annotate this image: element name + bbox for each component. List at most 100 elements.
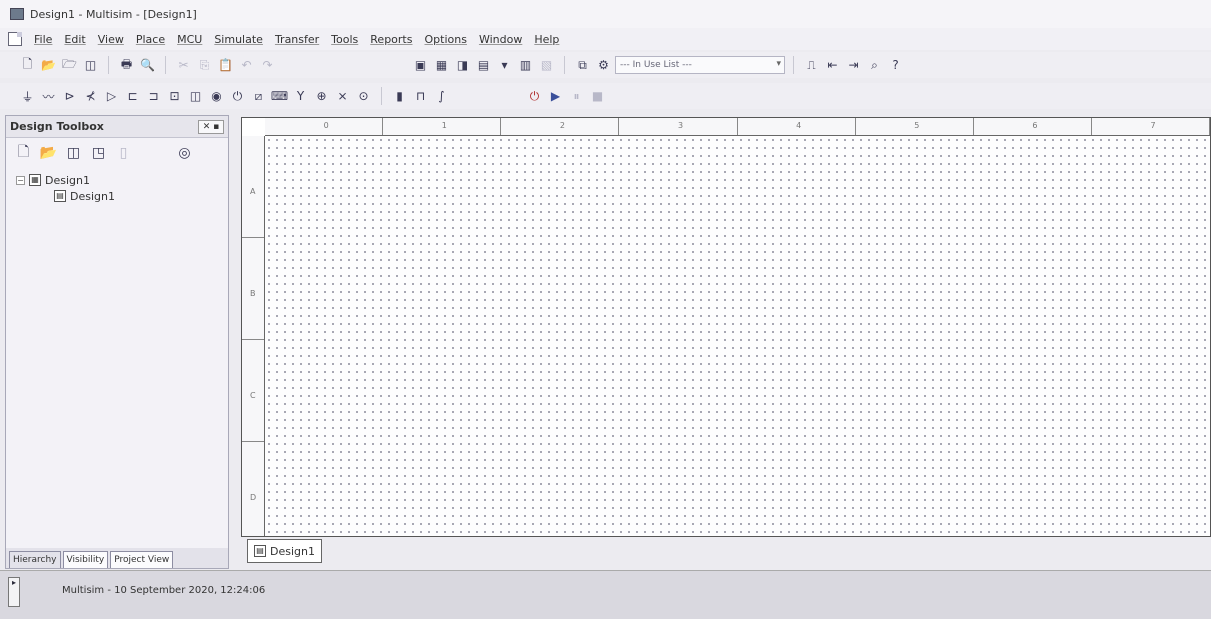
grid-view-icon[interactable]: ▦ — [432, 56, 451, 75]
menu-window[interactable]: Window — [473, 33, 528, 46]
place-connector-icon[interactable]: ⊙ — [354, 87, 373, 106]
place-diode-icon[interactable]: ⊳ — [60, 87, 79, 106]
component-toolbar: ⏚ 〰 ⊳ ⊀ ▷ ⊏ ⊐ ⊡ ◫ ◉ ⏻ ⧄ ⌨ Y ⊕ ⨯ ⊙ ▮ ⊓ ∫ … — [0, 83, 1211, 109]
menu-view[interactable]: View — [92, 33, 130, 46]
schematic-icon: ▤ — [254, 545, 266, 557]
tab-hierarchy[interactable]: Hierarchy — [9, 551, 61, 568]
open-sample-icon[interactable]: 🗁 — [60, 56, 79, 75]
tab-design1[interactable]: ▤ Design1 — [247, 539, 322, 563]
title-bar: Design1 - Multisim - [Design1] — [0, 0, 1211, 28]
in-use-list-label: --- In Use List --- — [620, 60, 692, 70]
place-ni-component-icon[interactable]: ⨯ — [333, 87, 352, 106]
toolbar-separator — [108, 56, 109, 74]
component-icon[interactable]: ▥ — [516, 56, 535, 75]
status-message: Multisim - 10 September 2020, 12:24:06 — [62, 585, 266, 596]
place-advanced-peripherals-icon[interactable]: ⌨ — [270, 87, 289, 106]
help-icon[interactable]: ? — [886, 56, 905, 75]
spreadsheet-toggle-icon[interactable]: ▸ — [8, 577, 20, 607]
document-icon[interactable] — [8, 32, 22, 46]
place-power-icon[interactable]: ⏻ — [228, 87, 247, 106]
menu-tools[interactable]: Tools — [325, 33, 364, 46]
toolbar-separator — [165, 56, 166, 74]
window-layout-icon[interactable]: ◨ — [453, 56, 472, 75]
place-analog-icon[interactable]: ▷ — [102, 87, 121, 106]
delete-design-icon[interactable]: ▯ — [114, 144, 133, 163]
ruler-top-tick: 3 — [619, 118, 738, 135]
ruler-left: A B C D — [242, 136, 265, 544]
place-electromechanical-icon[interactable]: ⊕ — [312, 87, 331, 106]
tab-project-view[interactable]: Project View — [110, 551, 174, 568]
menu-transfer[interactable]: Transfer — [269, 33, 325, 46]
design-toolbox-panel: Design Toolbox ✕ ▪ 🗋 📂 ◫ ◳ ▯ ◎ − ▦ Desig… — [5, 115, 229, 569]
back-annotate-icon[interactable]: ⇤ — [823, 56, 842, 75]
menu-place[interactable]: Place — [130, 33, 171, 46]
place-transistor-icon[interactable]: ⊀ — [81, 87, 100, 106]
print-icon[interactable]: 🖶 — [117, 56, 136, 75]
search-icon[interactable]: ⌕ — [865, 56, 884, 75]
simulate-switch-icon[interactable]: ⏻ — [525, 87, 544, 106]
new-file-icon[interactable]: 🗋 — [18, 56, 37, 75]
zoom-area-icon[interactable]: ▤ — [474, 56, 493, 75]
stop-icon[interactable]: ■ — [588, 87, 607, 106]
place-cmos-icon[interactable]: ⊐ — [144, 87, 163, 106]
place-rf-icon[interactable]: Y — [291, 87, 310, 106]
tab-design1-label: Design1 — [270, 544, 315, 558]
menu-options[interactable]: Options — [418, 33, 472, 46]
forward-annotate-icon[interactable]: ⇥ — [844, 56, 863, 75]
bus-icon[interactable]: ∫ — [432, 87, 451, 106]
component-wizard-icon[interactable]: ⚙ — [594, 56, 613, 75]
close-design-icon[interactable]: ◳ — [89, 144, 108, 163]
save-icon[interactable]: ◫ — [81, 56, 100, 75]
open-design-icon[interactable]: 📂 — [39, 144, 58, 163]
menu-help[interactable]: Help — [528, 33, 565, 46]
full-screen-icon[interactable]: ▣ — [411, 56, 430, 75]
schematic-grid[interactable] — [265, 136, 1210, 536]
open-folder-icon[interactable]: 📂 — [39, 56, 58, 75]
run-icon[interactable]: ▶ — [546, 87, 565, 106]
dropdown-arrow-icon[interactable]: ▾ — [495, 56, 514, 75]
paste-icon[interactable]: 📋 — [216, 56, 235, 75]
toolbar-separator — [381, 87, 382, 105]
toolbar-separator — [564, 56, 565, 74]
menu-reports[interactable]: Reports — [364, 33, 418, 46]
save-design-icon[interactable]: ◫ — [64, 144, 83, 163]
menu-mcu[interactable]: MCU — [171, 33, 208, 46]
status-bar: ▸ Multisim - 10 September 2020, 12:24:06 — [0, 570, 1211, 619]
design-hierarchy-tree: − ▦ Design1 ▤ Design1 — [6, 168, 228, 208]
in-use-list-dropdown[interactable]: --- In Use List --- ▾ — [615, 56, 785, 74]
pause-icon[interactable]: ⏸ — [567, 87, 586, 106]
place-mixed-icon[interactable]: ◫ — [186, 87, 205, 106]
tree-item-root[interactable]: − ▦ Design1 — [16, 172, 218, 188]
undo-icon[interactable]: ↶ — [237, 56, 256, 75]
ruler-top-tick: 7 — [1092, 118, 1210, 135]
cut-icon[interactable]: ✂ — [174, 56, 193, 75]
redo-icon[interactable]: ↷ — [258, 56, 277, 75]
place-source-icon[interactable]: ⏚ — [18, 87, 37, 106]
ruler-top-tick: 4 — [738, 118, 856, 135]
hierarchical-block-icon[interactable]: ⊓ — [411, 87, 430, 106]
menu-file[interactable]: File — [28, 33, 58, 46]
print-preview-icon[interactable]: 🔍 — [138, 56, 157, 75]
place-ttl-icon[interactable]: ⊏ — [123, 87, 142, 106]
menu-edit[interactable]: Edit — [58, 33, 91, 46]
collapse-icon[interactable]: − — [16, 175, 25, 185]
schematic-icon: ▤ — [54, 190, 66, 202]
design-toolbox-tabs: Hierarchy Visibility Project View — [6, 548, 228, 568]
panel-close-icon[interactable]: ✕ ▪ — [198, 120, 224, 134]
place-basic-icon[interactable]: 〰 — [39, 87, 58, 106]
copy-icon[interactable]: ⎘ — [195, 56, 214, 75]
place-mcu-icon[interactable]: ▮ — [390, 87, 409, 106]
tab-visibility[interactable]: Visibility — [62, 551, 109, 568]
schematic-canvas[interactable]: 0 1 2 3 4 5 6 7 A B C D — [241, 117, 1211, 544]
tree-item-child[interactable]: ▤ Design1 — [16, 188, 218, 204]
new-design-icon[interactable]: 🗋 — [14, 144, 33, 163]
postprocessor-icon[interactable]: ⎍ — [802, 56, 821, 75]
settings-icon[interactable]: ◎ — [175, 144, 194, 163]
menu-simulate[interactable]: Simulate — [208, 33, 269, 46]
spreadsheet-icon[interactable]: ▧ — [537, 56, 556, 75]
place-indicator-icon[interactable]: ◉ — [207, 87, 226, 106]
place-misc-icon[interactable]: ⧄ — [249, 87, 268, 106]
place-misc-digital-icon[interactable]: ⊡ — [165, 87, 184, 106]
ruler-left-tick: B — [242, 238, 264, 340]
database-manager-icon[interactable]: ⧉ — [573, 56, 592, 75]
